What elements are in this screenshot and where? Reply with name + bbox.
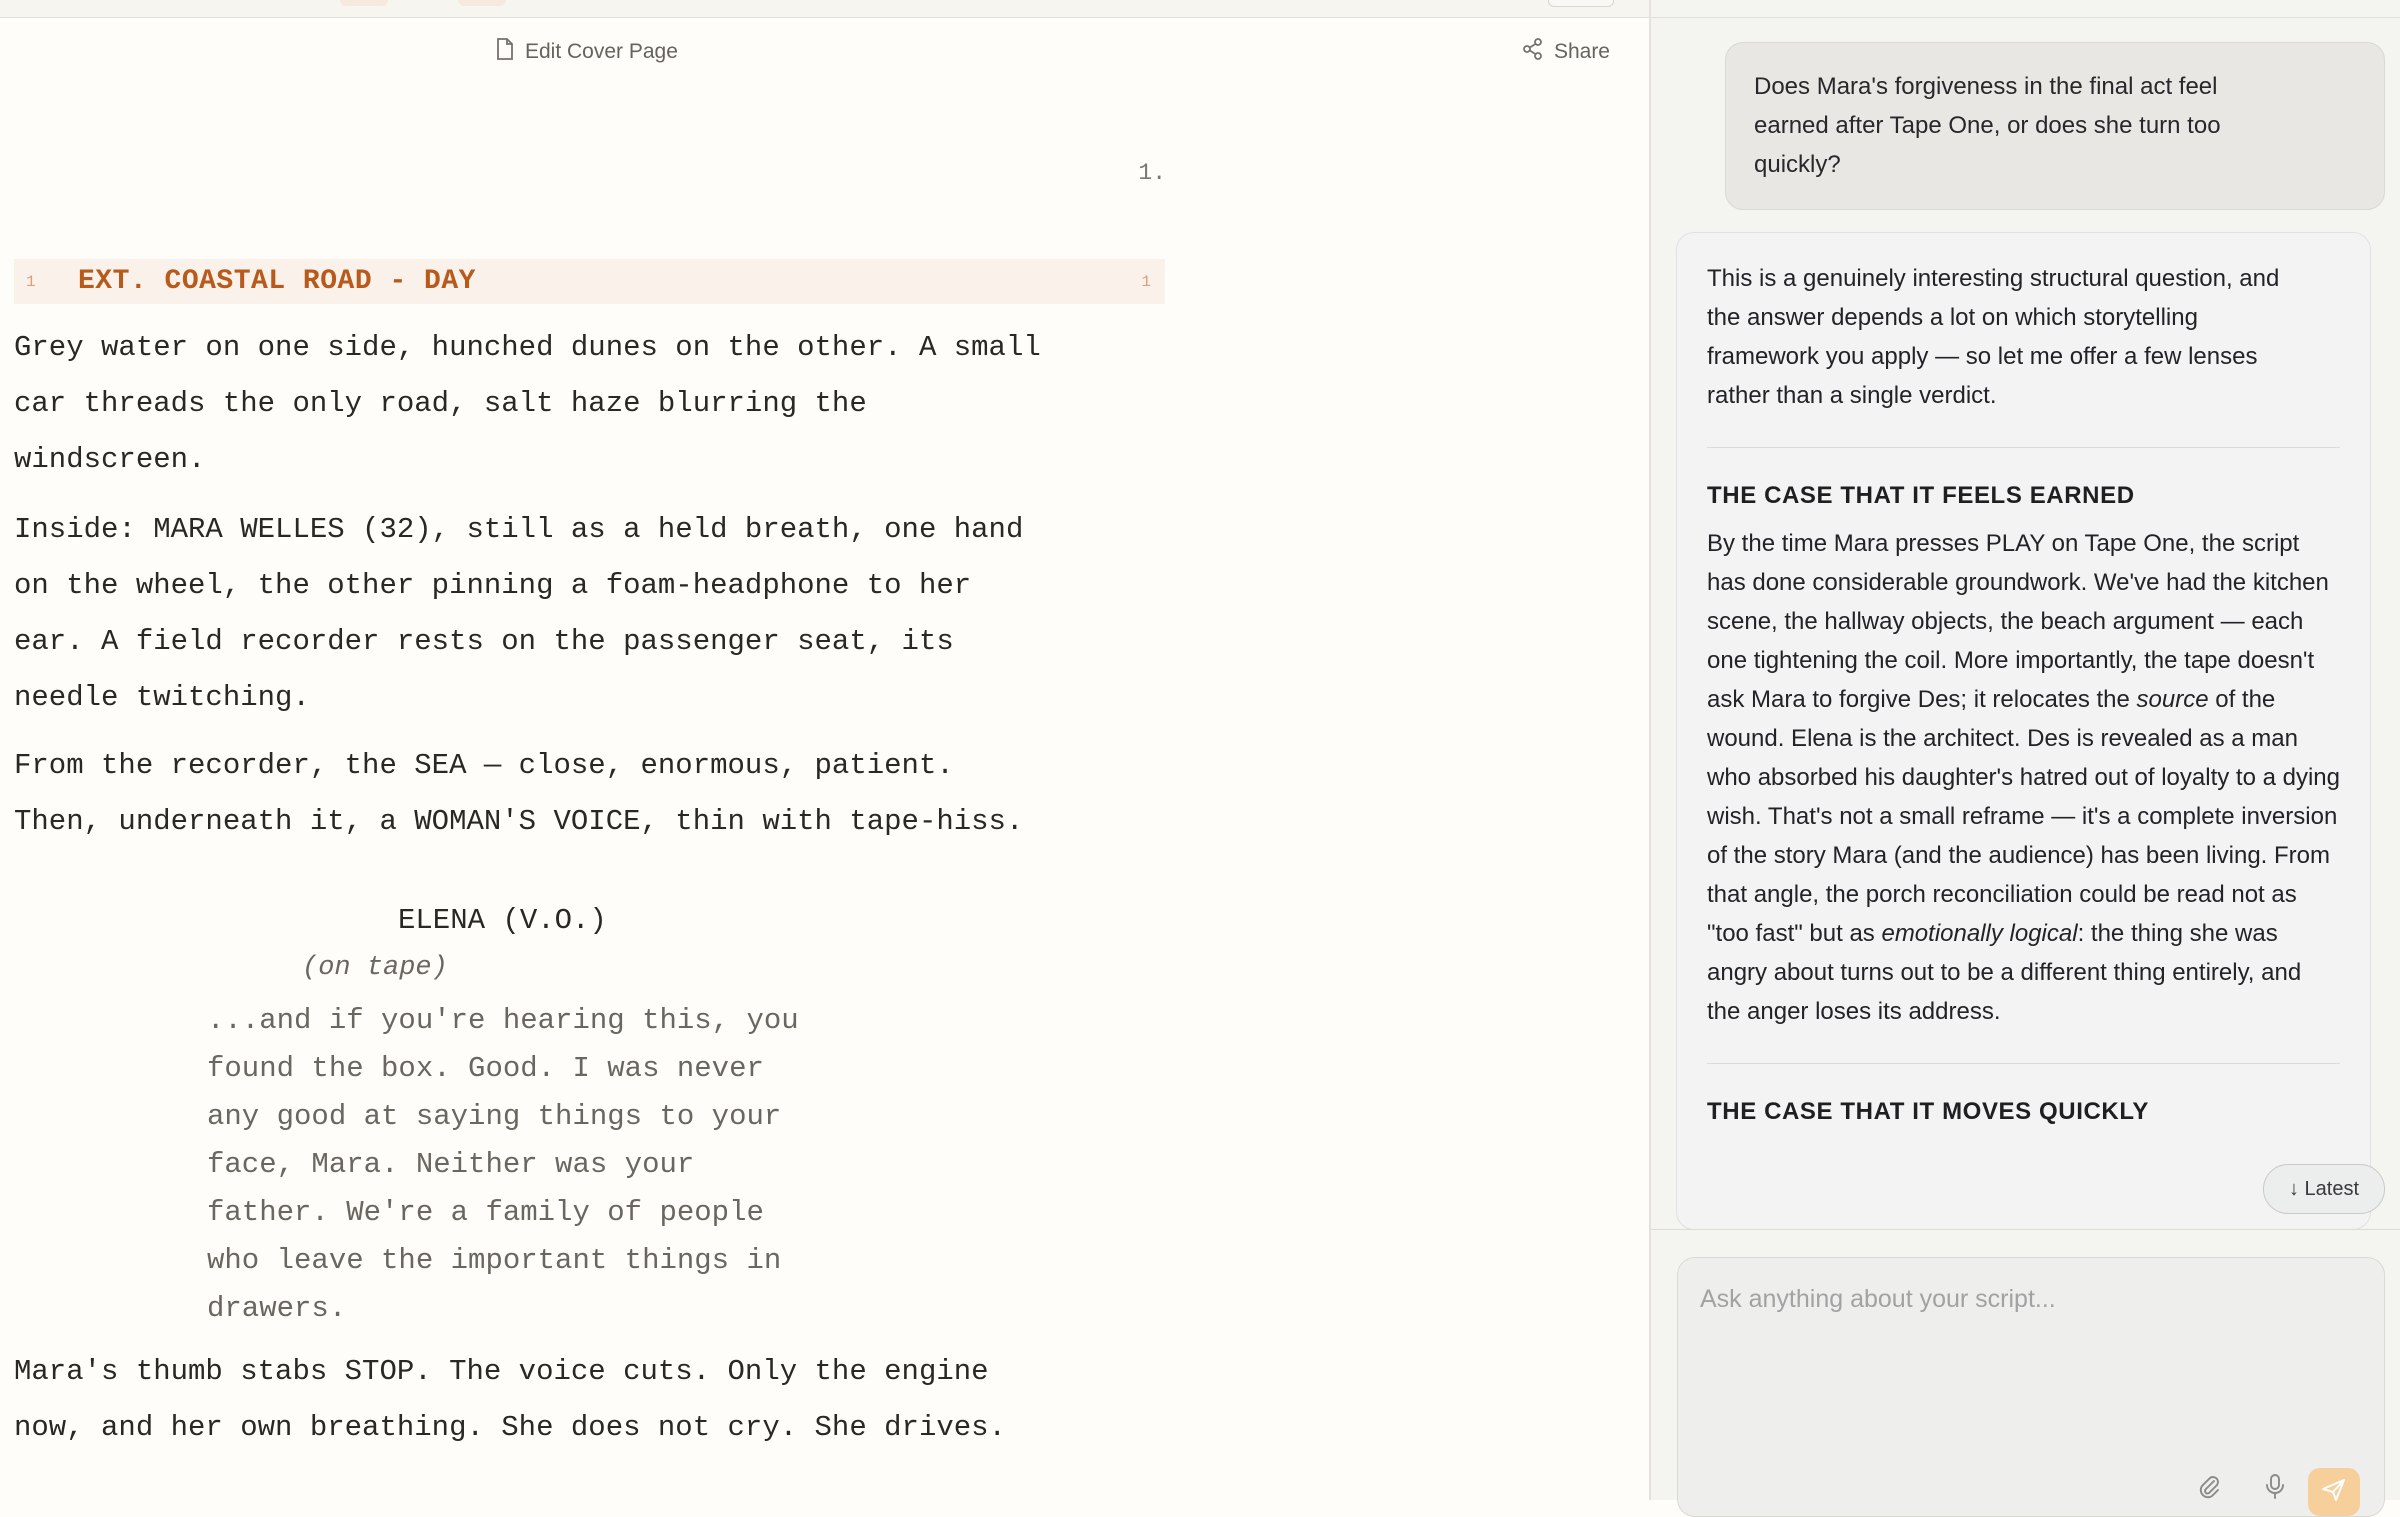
section-heading: THE CASE THAT IT FEELS EARNED bbox=[1707, 482, 2135, 509]
action-line[interactable]: From the recorder, the SEA — close, enor… bbox=[14, 738, 1174, 850]
action-text-line: Then, underneath it, a WOMAN'S VOICE, th… bbox=[14, 805, 1024, 838]
action-text-line: car threads the only road, salt haze blu… bbox=[14, 387, 867, 420]
microphone-icon[interactable] bbox=[2258, 1470, 2292, 1504]
jump-to-latest-button[interactable]: ↓ Latest bbox=[2263, 1164, 2385, 1214]
section-heading: THE CASE THAT IT MOVES QUICKLY bbox=[1707, 1098, 2150, 1125]
scene-number-right: 1 bbox=[1141, 272, 1151, 291]
dialogue-line: father. We're a family of people bbox=[207, 1196, 764, 1229]
action-text-line: now, and her own breathing. She does not… bbox=[14, 1411, 1006, 1444]
send-icon bbox=[2321, 1478, 2347, 1507]
action-text-line: ear. A field recorder rests on the passe… bbox=[14, 625, 954, 658]
action-text-line: needle twitching. bbox=[14, 681, 310, 714]
action-text-line: windscreen. bbox=[14, 443, 206, 476]
share-icon bbox=[1522, 37, 1544, 67]
dialogue-line: face, Mara. Neither was your bbox=[207, 1148, 695, 1181]
editor-top-toolbar-edge bbox=[0, 0, 1650, 18]
assistant-intro: This is a genuinely interesting structur… bbox=[1707, 265, 2280, 409]
user-message-text: Does Mara's forgiveness in the final act… bbox=[1754, 73, 2221, 178]
chat-composer bbox=[1677, 1257, 2385, 1517]
assistant-message-card: This is a genuinely interesting structur… bbox=[1676, 232, 2371, 1230]
scene-number-left: 1 bbox=[26, 272, 36, 291]
toolbar-tab-stub[interactable] bbox=[340, 0, 388, 6]
chat-header-edge bbox=[1651, 0, 2400, 18]
dialogue-block[interactable]: ...and if you're hearing this, you found… bbox=[207, 997, 897, 1333]
action-text-line: Mara's thumb stabs STOP. The voice cuts.… bbox=[14, 1355, 989, 1388]
share-button[interactable]: Share bbox=[1522, 38, 1610, 66]
action-text-line: From the recorder, the SEA — close, enor… bbox=[14, 749, 954, 782]
edit-cover-page-button[interactable]: Edit Cover Page bbox=[495, 38, 678, 66]
parenthetical[interactable]: (on tape) bbox=[302, 944, 448, 992]
user-message-bubble: Does Mara's forgiveness in the final act… bbox=[1725, 42, 2385, 210]
chat-input[interactable] bbox=[1698, 1278, 2362, 1320]
section-divider bbox=[1707, 447, 2340, 448]
assistant-paragraph: By the time Mara presses PLAY on Tape On… bbox=[1707, 524, 2340, 1031]
character-cue[interactable]: ELENA (V.O.) bbox=[398, 895, 607, 947]
dialogue-line: any good at saying things to your bbox=[207, 1100, 782, 1133]
dialogue-line: drawers. bbox=[207, 1292, 347, 1325]
action-text-line: Inside: MARA WELLES (32), still as a hel… bbox=[14, 513, 1024, 546]
toolbar-tab-stub[interactable] bbox=[458, 0, 506, 6]
toolbar-button-stub[interactable] bbox=[1548, 0, 1614, 7]
share-label: Share bbox=[1553, 40, 1610, 63]
emphasis-text: source bbox=[2136, 686, 2209, 713]
action-text-line: on the wheel, the other pinning a foam-h… bbox=[14, 569, 972, 602]
emphasis-text: emotionally logical bbox=[1881, 920, 2078, 947]
edit-cover-page-label: Edit Cover Page bbox=[525, 40, 678, 63]
action-line[interactable]: Mara's thumb stabs STOP. The voice cuts.… bbox=[14, 1344, 1174, 1456]
dialogue-line: found the box. Good. I was never bbox=[207, 1052, 764, 1085]
send-button[interactable] bbox=[2308, 1468, 2360, 1516]
page-number: 1. bbox=[1138, 160, 1166, 186]
action-line[interactable]: Inside: MARA WELLES (32), still as a hel… bbox=[14, 502, 1174, 726]
dialogue-line: ...and if you're hearing this, you bbox=[207, 1004, 799, 1037]
composer-separator bbox=[1651, 1229, 2400, 1230]
paperclip-icon[interactable] bbox=[2192, 1470, 2226, 1504]
latest-label: ↓ Latest bbox=[2288, 1177, 2360, 1200]
section-divider bbox=[1707, 1063, 2340, 1064]
scene-heading-text: EXT. COASTAL ROAD - DAY bbox=[78, 266, 476, 297]
document-icon bbox=[495, 37, 515, 67]
editor-header-bar: Edit Cover Page Share bbox=[0, 18, 1650, 80]
action-line[interactable]: Grey water on one side, hunched dunes on… bbox=[14, 320, 1174, 488]
paragraph-text: of the wound. Elena is the architect. De… bbox=[1707, 686, 2340, 947]
action-text-line: Grey water on one side, hunched dunes on… bbox=[14, 331, 1041, 364]
scene-heading[interactable]: 1 EXT. COASTAL ROAD - DAY 1 bbox=[14, 259, 1165, 304]
dialogue-line: who leave the important things in bbox=[207, 1244, 782, 1277]
